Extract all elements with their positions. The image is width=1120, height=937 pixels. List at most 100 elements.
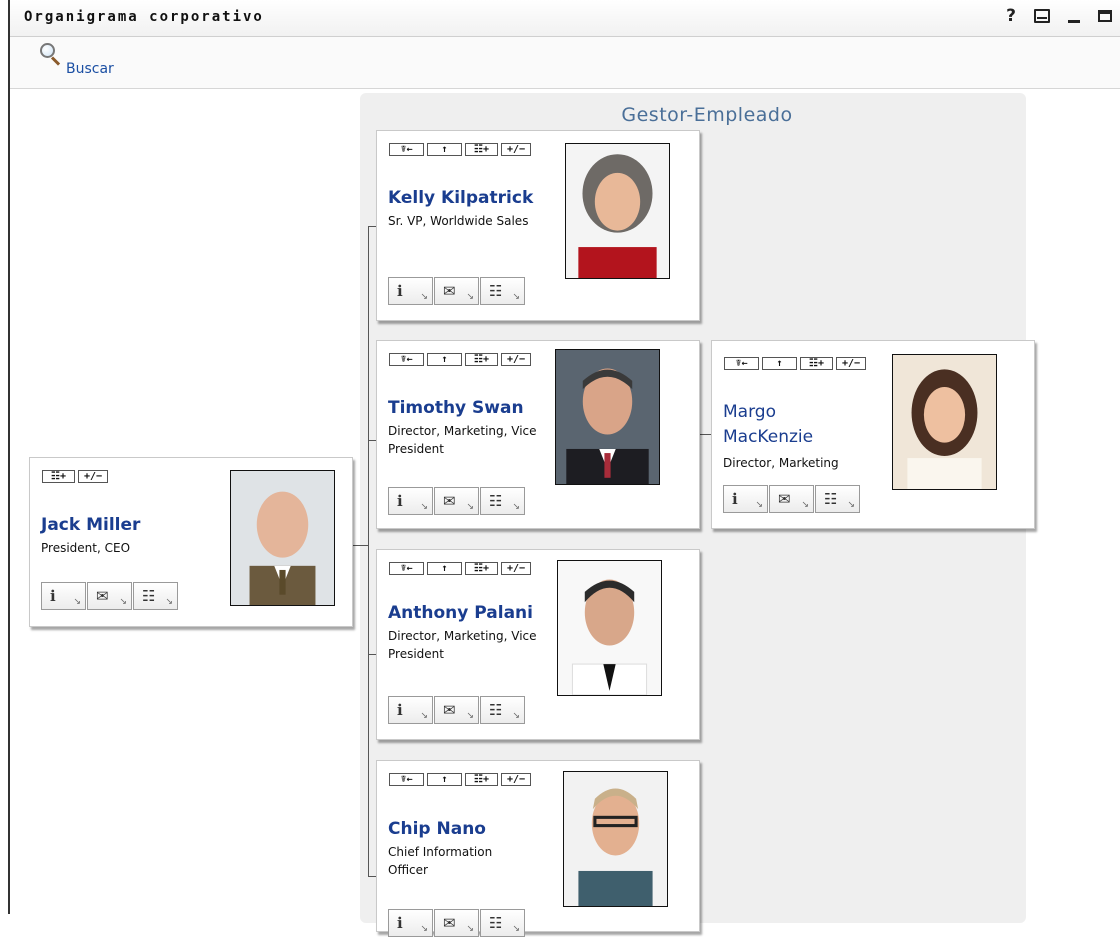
org-button[interactable]: ☷ ↘ bbox=[480, 909, 525, 937]
org-chart-icon: ☷ bbox=[489, 282, 503, 300]
connector-margo bbox=[699, 434, 711, 435]
info-icon: ℹ bbox=[732, 490, 738, 508]
toolbar: Buscar bbox=[10, 37, 1120, 89]
org-button[interactable]: ☷ ↘ bbox=[480, 696, 525, 724]
person-name[interactable]: Jack Miller bbox=[41, 513, 221, 538]
toggle-button[interactable]: +/− bbox=[501, 562, 531, 575]
card-nav: ☷+ +/− bbox=[42, 470, 108, 483]
window-titlebar: Organigrama corporativo ? bbox=[10, 0, 1120, 37]
expand-reports-button[interactable]: ☷+ bbox=[465, 353, 498, 366]
up-to-manager-button[interactable]: ☤← bbox=[389, 143, 424, 156]
card-actions: ℹ ↘ ✉ ↘ ☷ ↘ bbox=[388, 487, 525, 515]
org-chart-icon: ☷ bbox=[489, 914, 503, 932]
magnifier-icon bbox=[38, 41, 68, 73]
person-name[interactable]: Anthony Palani bbox=[388, 601, 558, 626]
card-actions: ℹ ↘ ✉ ↘ ☷ ↘ bbox=[388, 909, 525, 937]
person-card-kelly: ☤← ↑ ☷+ +/− Kelly Kilpatrick Sr. VP, Wor… bbox=[376, 130, 700, 321]
toggle-button[interactable]: +/− bbox=[78, 470, 108, 483]
org-button[interactable]: ☷ ↘ bbox=[815, 485, 860, 513]
print-icon[interactable] bbox=[1034, 9, 1050, 23]
up-to-manager-button[interactable]: ☤← bbox=[389, 773, 424, 786]
window-left-border bbox=[8, 0, 10, 914]
org-chart-icon: ☷ bbox=[824, 490, 838, 508]
org-button[interactable]: ☷ ↘ bbox=[480, 487, 525, 515]
card-nav: ☤← ↑ ☷+ +/− bbox=[389, 143, 531, 156]
toggle-button[interactable]: +/− bbox=[501, 143, 531, 156]
connector-timothy bbox=[368, 440, 376, 441]
card-nav: ☤← ↑ ☷+ +/− bbox=[389, 773, 531, 786]
email-button[interactable]: ✉ ↘ bbox=[87, 582, 132, 610]
up-button[interactable]: ↑ bbox=[427, 562, 462, 575]
connector-trunk bbox=[368, 226, 369, 876]
person-name[interactable]: Chip Nano bbox=[388, 817, 558, 842]
email-icon: ✉ bbox=[443, 914, 456, 932]
email-icon: ✉ bbox=[96, 587, 109, 605]
email-button[interactable]: ✉ ↘ bbox=[434, 696, 479, 724]
person-title: Sr. VP, Worldwide Sales bbox=[388, 214, 529, 228]
card-actions: ℹ ↘ ✉ ↘ ☷ ↘ bbox=[388, 696, 525, 724]
card-nav: ☤← ↑ ☷+ +/− bbox=[389, 562, 531, 575]
up-to-manager-button[interactable]: ☤← bbox=[389, 562, 424, 575]
info-button[interactable]: ℹ ↘ bbox=[388, 487, 433, 515]
org-chart-icon: ☷ bbox=[489, 701, 503, 719]
email-button[interactable]: ✉ ↘ bbox=[769, 485, 814, 513]
info-button[interactable]: ℹ ↘ bbox=[388, 696, 433, 724]
card-nav: ☤← ↑ ☷+ +/− bbox=[389, 353, 531, 366]
expand-reports-button[interactable]: ☷+ bbox=[465, 773, 498, 786]
card-actions: ℹ ↘ ✉ ↘ ☷ ↘ bbox=[723, 485, 860, 513]
org-button[interactable]: ☷ ↘ bbox=[133, 582, 178, 610]
search-button[interactable]: Buscar bbox=[38, 41, 114, 77]
person-name[interactable]: Kelly Kilpatrick bbox=[388, 186, 558, 211]
toggle-button[interactable]: +/− bbox=[836, 357, 866, 370]
up-button[interactable]: ↑ bbox=[427, 143, 462, 156]
connector-kelly bbox=[368, 226, 376, 227]
person-card-jack: ☷+ +/− Jack Miller President, CEO ℹ ↘ ✉ ↘ … bbox=[29, 457, 353, 627]
expand-reports-button[interactable]: ☷+ bbox=[42, 470, 75, 483]
email-icon: ✉ bbox=[778, 490, 791, 508]
person-card-anthony: ☤← ↑ ☷+ +/− Anthony Palani Director, Mar… bbox=[376, 549, 700, 740]
up-button[interactable]: ↑ bbox=[762, 357, 797, 370]
person-name[interactable]: Timothy Swan bbox=[388, 396, 558, 421]
person-card-chip: ☤← ↑ ☷+ +/− Chip Nano Chief Information … bbox=[376, 760, 700, 937]
info-button[interactable]: ℹ ↘ bbox=[388, 277, 433, 305]
help-icon[interactable]: ? bbox=[1006, 6, 1016, 26]
up-to-manager-button[interactable]: ☤← bbox=[389, 353, 424, 366]
info-icon: ℹ bbox=[397, 701, 403, 719]
up-button[interactable]: ↑ bbox=[427, 773, 462, 786]
person-card-margo: ☤← ↑ ☷+ +/− Margo MacKenzie Director, Ma… bbox=[711, 340, 1035, 529]
email-button[interactable]: ✉ ↘ bbox=[434, 277, 479, 305]
card-actions: ℹ ↘ ✉ ↘ ☷ ↘ bbox=[388, 277, 525, 305]
minimize-icon[interactable] bbox=[1068, 19, 1080, 23]
window-controls: ? bbox=[1006, 6, 1112, 26]
person-photo bbox=[555, 349, 660, 485]
up-button[interactable]: ↑ bbox=[427, 353, 462, 366]
info-button[interactable]: ℹ ↘ bbox=[388, 909, 433, 937]
expand-reports-button[interactable]: ☷+ bbox=[800, 357, 833, 370]
person-title: President, CEO bbox=[41, 541, 131, 555]
email-button[interactable]: ✉ ↘ bbox=[434, 487, 479, 515]
info-button[interactable]: ℹ ↘ bbox=[41, 582, 86, 610]
up-to-manager-button[interactable]: ☤← bbox=[724, 357, 759, 370]
person-photo bbox=[892, 354, 997, 490]
toggle-button[interactable]: +/− bbox=[501, 773, 531, 786]
email-button[interactable]: ✉ ↘ bbox=[434, 909, 479, 937]
expand-reports-button[interactable]: ☷+ bbox=[465, 562, 498, 575]
org-button[interactable]: ☷ ↘ bbox=[480, 277, 525, 305]
info-button[interactable]: ℹ ↘ bbox=[723, 485, 768, 513]
toggle-button[interactable]: +/− bbox=[501, 353, 531, 366]
org-chart-icon: ☷ bbox=[142, 587, 156, 605]
person-card-timothy: ☤← ↑ ☷+ +/− Timothy Swan Director, Marke… bbox=[376, 340, 700, 529]
maximize-icon[interactable] bbox=[1098, 10, 1112, 22]
email-icon: ✉ bbox=[443, 282, 456, 300]
person-photo bbox=[565, 143, 670, 279]
window-title: Organigrama corporativo bbox=[24, 9, 264, 25]
person-title: Director, Marketing bbox=[723, 456, 839, 470]
person-name[interactable]: Margo MacKenzie bbox=[723, 400, 843, 450]
search-label: Buscar bbox=[66, 61, 114, 77]
info-icon: ℹ bbox=[397, 282, 403, 300]
expand-reports-button[interactable]: ☷+ bbox=[465, 143, 498, 156]
email-icon: ✉ bbox=[443, 492, 456, 510]
panel-title: Gestor-Empleado bbox=[621, 104, 793, 126]
card-actions: ℹ ↘ ✉ ↘ ☷ ↘ bbox=[41, 582, 178, 610]
person-title: Chief Information Officer bbox=[388, 845, 493, 877]
